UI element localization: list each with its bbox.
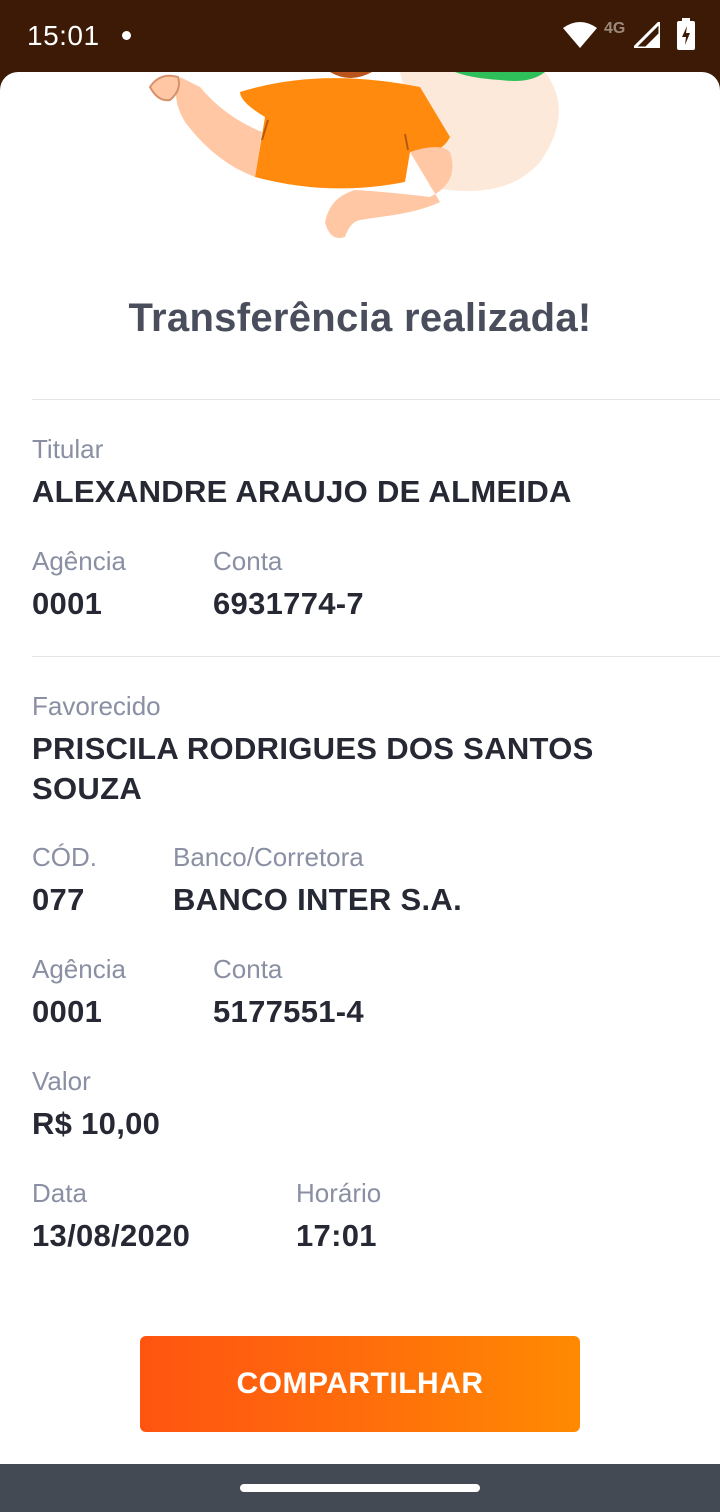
notification-dot-icon xyxy=(122,31,131,40)
payee-account-label: Conta xyxy=(213,954,283,984)
payee-name-line1: PRISCILA RODRIGUES DOS SANTOS xyxy=(32,731,594,766)
holder-name: ALEXANDRE ARAUJO DE ALMEIDA xyxy=(32,474,572,509)
payee-account: 5177551-4 xyxy=(213,994,364,1029)
date-value: 13/08/2020 xyxy=(32,1218,191,1253)
divider xyxy=(32,399,720,400)
time-value: 17:01 xyxy=(296,1218,377,1253)
sender-account: 6931774-7 xyxy=(213,586,364,621)
sender-agency-label: Agência xyxy=(32,546,126,576)
page-title: Transferência realizada! xyxy=(128,296,592,340)
bank-name-label: Banco/Corretora xyxy=(173,842,364,872)
share-button[interactable]: COMPARTILHAR xyxy=(140,1336,580,1432)
status-time: 15:01 xyxy=(27,20,100,51)
amount-value: R$ 10,00 xyxy=(32,1106,161,1141)
payee-agency-label: Agência xyxy=(32,954,126,984)
bank-code-label: CÓD. xyxy=(32,842,97,872)
signal-icon xyxy=(634,22,660,48)
navigation-bar xyxy=(0,1464,720,1512)
holder-label: Titular xyxy=(32,434,104,464)
success-illustration xyxy=(148,72,559,238)
payee-name-line2: SOUZA xyxy=(32,771,142,806)
battery-charging-icon xyxy=(677,18,695,50)
network-type-label: 4G xyxy=(604,20,626,37)
amount-label: Valor xyxy=(32,1066,91,1096)
sender-account-label: Conta xyxy=(213,546,283,576)
date-label: Data xyxy=(32,1178,87,1208)
home-indicator[interactable] xyxy=(240,1484,480,1492)
status-bar: 15:01 4G xyxy=(0,0,720,74)
bank-name: BANCO INTER S.A. xyxy=(173,882,462,917)
wifi-icon xyxy=(563,22,597,48)
receipt-sheet: Transferência realizada! Titular ALEXAND… xyxy=(0,72,720,1464)
divider xyxy=(32,656,720,657)
time-label: Horário xyxy=(296,1178,382,1208)
sender-agency: 0001 xyxy=(32,586,103,621)
payee-agency: 0001 xyxy=(32,994,103,1029)
bank-code: 077 xyxy=(32,882,85,917)
payee-label: Favorecido xyxy=(32,691,161,721)
